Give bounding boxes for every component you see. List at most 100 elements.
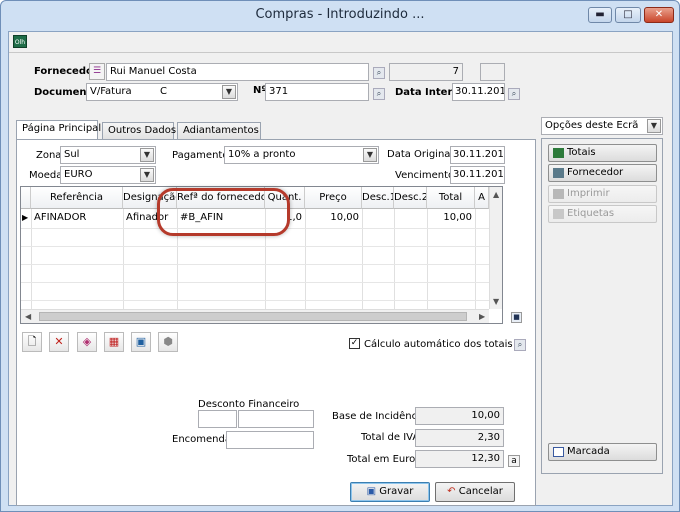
toolbar-divider	[9, 52, 672, 53]
chevron-down-icon[interactable]: ▼	[647, 119, 661, 133]
horizontal-scrollbar[interactable]: ◀ ▶	[21, 309, 489, 323]
etiquetas-label: Etiquetas	[567, 208, 615, 219]
eraser-icon[interactable]: ◈	[77, 332, 97, 352]
zona-label: Zona	[36, 150, 62, 161]
totais-button[interactable]: Totais	[548, 144, 657, 162]
options-select[interactable]: Opções deste Ecrã ▼	[541, 117, 663, 135]
base-label: Base de Incidência	[332, 411, 427, 422]
cancelar-button[interactable]: ↶ Cancelar	[435, 482, 515, 502]
currency-button[interactable]: a	[508, 455, 520, 467]
cell-desc1[interactable]	[362, 210, 394, 228]
app-icon[interactable]: Olh	[13, 35, 27, 48]
encomenda-label: Encomenda	[172, 434, 231, 445]
total-label: Total em Euros	[347, 454, 421, 465]
moeda-select[interactable]: EURO ▼	[60, 166, 156, 184]
column-header[interactable]: Preço	[305, 187, 362, 209]
disabled-icon: ⬢	[158, 332, 178, 352]
documento-serie: C	[160, 86, 167, 97]
gravar-label: Gravar	[379, 486, 414, 497]
desconto-value-field[interactable]	[238, 410, 314, 428]
fornecedor-btn-label: Fornecedor	[567, 167, 624, 178]
column-header[interactable]: Desc.1	[362, 187, 394, 209]
marcada-button[interactable]: Marcada	[548, 443, 657, 461]
data-original-field[interactable]: 30.11.2015	[450, 146, 505, 164]
cell-total[interactable]: 10,00	[427, 210, 475, 228]
column-header[interactable]: Desc.2	[394, 187, 427, 209]
encomenda-field[interactable]	[226, 431, 314, 449]
printer-icon	[553, 189, 564, 199]
data-original-label: Data Original	[387, 149, 454, 160]
pagamento-label: Pagamento	[172, 150, 229, 161]
gravar-button[interactable]: ▣ Gravar	[350, 482, 430, 502]
total-value: 12,30	[415, 450, 504, 468]
chevron-down-icon[interactable]: ▼	[363, 148, 377, 162]
column-header[interactable]: A	[475, 187, 489, 209]
window-icon[interactable]: ▣	[131, 332, 151, 352]
imprimir-label: Imprimir	[567, 188, 610, 199]
calculo-label: Cálculo automático dos totais	[364, 339, 513, 350]
highlight-annotation	[157, 188, 290, 236]
cell-desc2[interactable]	[394, 210, 427, 228]
scroll-left-icon[interactable]: ◀	[25, 312, 31, 321]
documento-type: V/Fatura	[90, 86, 132, 97]
documento-select[interactable]: V/Fatura C ▼	[86, 83, 238, 101]
window-title: Compras - Introduzindo ...	[255, 7, 425, 22]
fornecedor-field[interactable]: Rui Manuel Costa	[106, 63, 369, 81]
zona-select[interactable]: Sul ▼	[60, 146, 156, 164]
tab-adiantamentos[interactable]: Adiantamentos	[177, 122, 261, 139]
column-header[interactable]: Referência	[31, 187, 123, 209]
vencimento-field[interactable]: 30.11.2015	[450, 166, 505, 184]
search-icon[interactable]: ⌕	[373, 67, 385, 79]
list-icon[interactable]: ☰	[89, 63, 105, 80]
scroll-right-icon[interactable]: ▶	[479, 312, 485, 321]
numero-field[interactable]: 371	[265, 83, 369, 101]
new-line-icon[interactable]: 🗋	[22, 332, 42, 352]
iva-value: 2,30	[415, 429, 504, 447]
desconto-label: Desconto Financeiro	[198, 399, 300, 410]
scroll-thumb[interactable]	[39, 312, 467, 321]
zona-value: Sul	[64, 149, 80, 160]
totais-label: Totais	[567, 147, 596, 158]
column-header[interactable]: Total	[427, 187, 475, 209]
tab-pagina-principal[interactable]: Página Principal	[16, 120, 101, 139]
scroll-up-icon[interactable]: ▲	[493, 190, 499, 199]
vertical-scrollbar[interactable]: ▲ ▼	[489, 187, 502, 309]
fornecedor-icon	[553, 168, 564, 178]
minimize-button[interactable]: ▬	[588, 7, 612, 23]
iva-label: Total de IVA	[361, 432, 420, 443]
chevron-down-icon[interactable]: ▼	[222, 85, 236, 99]
maximize-button[interactable]: □	[615, 7, 641, 23]
delete-line-icon[interactable]: ✕	[49, 332, 69, 352]
cell-preco[interactable]: 10,00	[305, 210, 362, 228]
calendar-icon[interactable]: ▦	[104, 332, 124, 352]
scroll-down-icon[interactable]: ▼	[493, 297, 499, 306]
marcada-label: Marcada	[567, 446, 610, 457]
desconto-percent-field[interactable]	[198, 410, 237, 428]
row-indicator-header	[21, 187, 31, 209]
search-icon[interactable]: ⌕	[373, 88, 385, 100]
tab-outros-dados[interactable]: Outros Dados	[102, 122, 176, 139]
undo-icon: ↶	[447, 486, 459, 497]
search-icon[interactable]: ⌕	[514, 339, 526, 351]
moeda-value: EURO	[64, 169, 93, 180]
fornecedor-button[interactable]: Fornecedor	[548, 164, 657, 182]
save-icon: ▣	[366, 486, 380, 497]
cancelar-label: Cancelar	[458, 486, 503, 497]
marcada-icon	[553, 447, 564, 457]
data-interna-field[interactable]: 30.11.2015	[452, 83, 505, 101]
base-value: 10,00	[415, 407, 504, 425]
title-bar: Compras - Introduzindo ...	[1, 1, 679, 31]
calculo-checkbox[interactable]: ✓	[349, 338, 360, 349]
options-title: Opções deste Ecrã	[545, 120, 639, 131]
totais-icon	[553, 148, 564, 158]
grid-config-icon[interactable]: ■	[511, 312, 522, 323]
cell-referencia[interactable]: AFINADOR	[31, 210, 123, 228]
row-line	[21, 264, 491, 265]
pagamento-value: 10% a pronto	[228, 149, 296, 160]
etiquetas-button: Etiquetas	[548, 205, 657, 223]
search-icon[interactable]: ⌕	[508, 88, 520, 100]
chevron-down-icon[interactable]: ▼	[140, 168, 154, 182]
close-button[interactable]: ✕	[644, 7, 674, 23]
chevron-down-icon[interactable]: ▼	[140, 148, 154, 162]
pagamento-select[interactable]: 10% a pronto ▼	[224, 146, 379, 164]
